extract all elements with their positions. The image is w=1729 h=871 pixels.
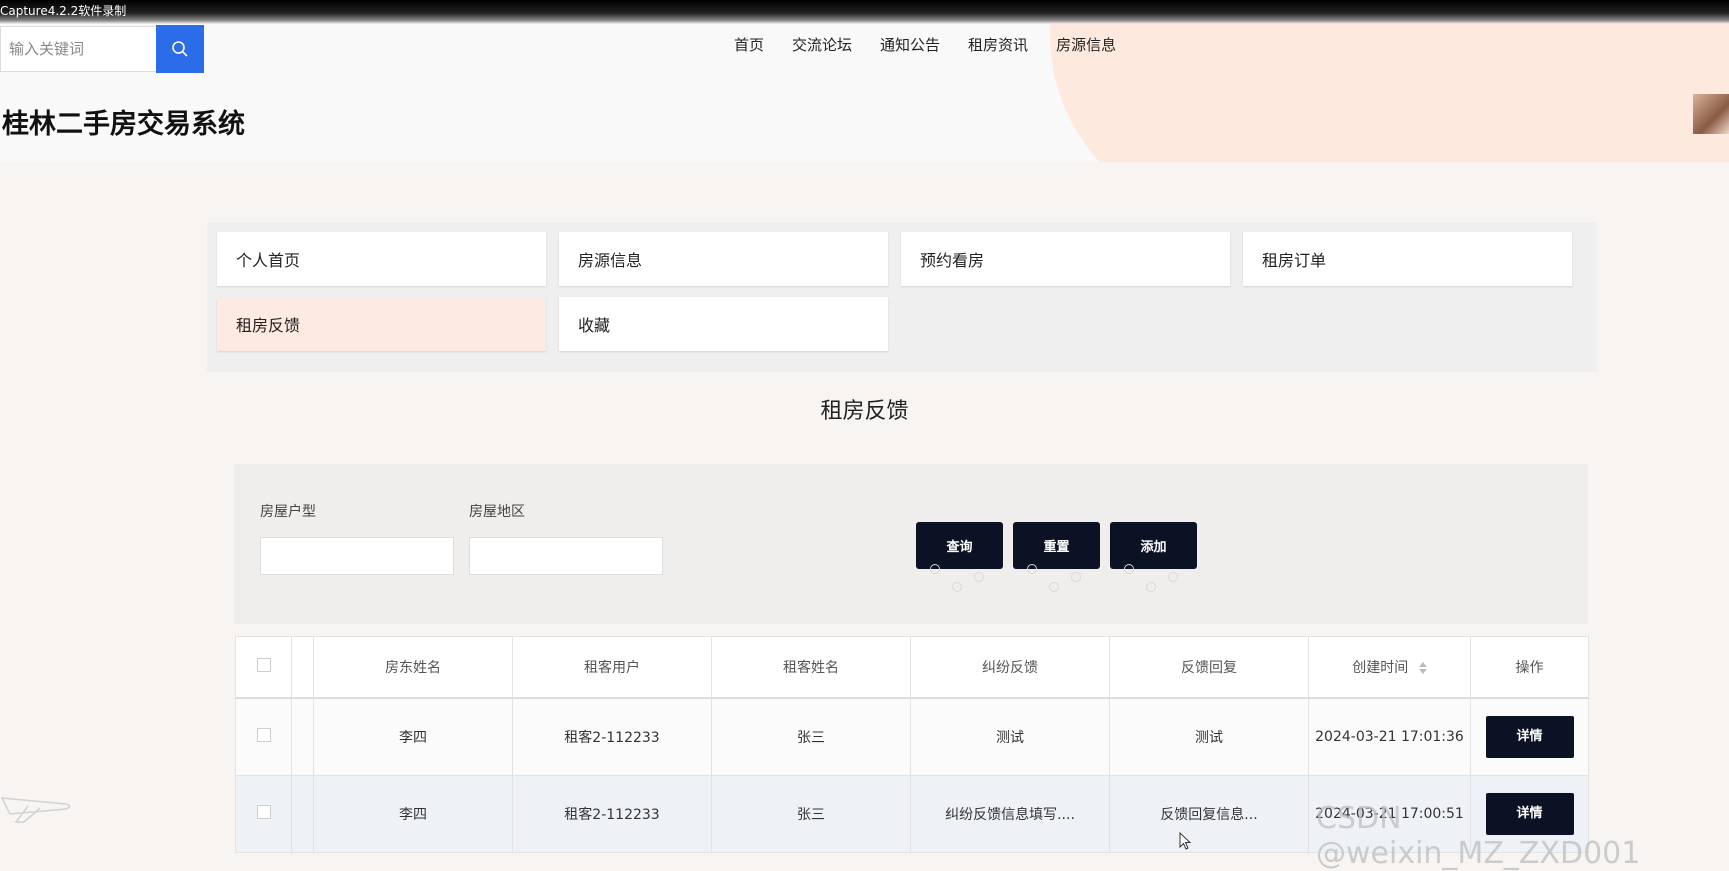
watermark: CSDN @weixin_MZ_ZXD001 bbox=[1316, 801, 1641, 871]
header-decoration bbox=[1050, 24, 1729, 162]
button-ripple bbox=[1124, 564, 1184, 604]
created-time-label: 创建时间 bbox=[1352, 660, 1409, 676]
col-actions: 操作 bbox=[1470, 636, 1589, 699]
page-title: 租房反馈 bbox=[820, 399, 909, 424]
cell-tenant-user: 租客2-112233 bbox=[512, 775, 712, 853]
airplane-icon bbox=[0, 797, 71, 823]
button-ripple bbox=[930, 564, 990, 604]
row-checkbox[interactable] bbox=[256, 805, 271, 819]
reset-button[interactable]: 重置 bbox=[1013, 522, 1100, 569]
menu-item-listings[interactable]: 房源信息 bbox=[559, 232, 888, 286]
house-type-input[interactable] bbox=[260, 537, 454, 575]
menu-item-viewing[interactable]: 预约看房 bbox=[901, 232, 1230, 286]
house-type-label: 房屋户型 bbox=[260, 504, 316, 520]
select-all-checkbox[interactable] bbox=[256, 658, 271, 672]
cell-landlord-name: 李四 bbox=[313, 775, 513, 853]
nav-forum[interactable]: 交流论坛 bbox=[792, 34, 867, 55]
recorder-bar: Capture4.2.2软件录制 bbox=[0, 0, 1729, 24]
cell-created-time: 2024-03-21 17:01:36 bbox=[1308, 697, 1471, 776]
cell-actions: 详情 bbox=[1470, 697, 1589, 776]
filter-panel: 房屋户型 房屋地区 查询 重置 添加 bbox=[234, 464, 1588, 624]
search-icon bbox=[172, 41, 188, 57]
row-select-cell bbox=[235, 775, 292, 853]
cell-dispute: 纠纷反馈信息填写.... bbox=[910, 775, 1110, 853]
button-ripple bbox=[1027, 564, 1087, 604]
search-bar bbox=[0, 25, 204, 73]
nav-notice[interactable]: 通知公告 bbox=[880, 34, 955, 55]
cell-tenant-name: 张三 bbox=[711, 775, 911, 853]
mouse-cursor-icon bbox=[1179, 832, 1192, 850]
sort-icon[interactable] bbox=[1418, 662, 1427, 674]
nav-rental-news[interactable]: 租房资讯 bbox=[968, 34, 1043, 55]
table-header-row: 房东姓名 租客用户 租客姓名 纠纷反馈 反馈回复 创建时间 操作 bbox=[235, 636, 1589, 699]
col-dispute: 纠纷反馈 bbox=[910, 636, 1110, 699]
col-tenant-user: 租客用户 bbox=[512, 636, 712, 699]
col-landlord-name: 房东姓名 bbox=[313, 636, 513, 699]
menu-item-favorites[interactable]: 收藏 bbox=[559, 297, 888, 351]
add-button[interactable]: 添加 bbox=[1110, 522, 1197, 569]
menu-item-feedback[interactable]: 租房反馈 bbox=[217, 297, 546, 351]
nav-listings[interactable]: 房源信息 bbox=[1056, 34, 1131, 55]
recorder-caption: Capture4.2.2软件录制 bbox=[0, 4, 127, 18]
cell-tenant-user: 租客2-112233 bbox=[512, 697, 712, 776]
table-row: 李四 租客2-112233 张三 测试 测试 2024-03-21 17:01:… bbox=[235, 697, 1589, 776]
cell-landlord-name: 李四 bbox=[313, 697, 513, 776]
cell-reply: 反馈回复信息... bbox=[1109, 775, 1309, 853]
nav-home[interactable]: 首页 bbox=[734, 34, 779, 55]
spacer-cell bbox=[291, 697, 314, 776]
menu-item-profile[interactable]: 个人首页 bbox=[217, 232, 546, 286]
main-nav: 首页 交流论坛 通知公告 租房资讯 房源信息 bbox=[734, 34, 1144, 55]
detail-button[interactable]: 详情 bbox=[1485, 716, 1574, 758]
select-all-cell bbox=[235, 636, 292, 699]
spacer-cell bbox=[291, 775, 314, 853]
avatar[interactable] bbox=[1693, 94, 1729, 134]
menu-item-orders[interactable]: 租房订单 bbox=[1243, 232, 1572, 286]
search-input[interactable] bbox=[0, 26, 156, 72]
row-checkbox[interactable] bbox=[256, 728, 271, 742]
col-tenant-name: 租客姓名 bbox=[711, 636, 911, 699]
search-button[interactable] bbox=[156, 25, 204, 73]
query-button[interactable]: 查询 bbox=[916, 522, 1003, 569]
col-created-time[interactable]: 创建时间 bbox=[1308, 636, 1471, 699]
spacer-cell bbox=[291, 636, 314, 699]
cell-reply: 测试 bbox=[1109, 697, 1309, 776]
cell-tenant-name: 张三 bbox=[711, 697, 911, 776]
col-reply: 反馈回复 bbox=[1109, 636, 1309, 699]
user-menu: 个人首页 房源信息 预约看房 租房订单 租房反馈 收藏 bbox=[207, 222, 1597, 372]
house-area-label: 房屋地区 bbox=[469, 504, 525, 520]
site-header: 首页 交流论坛 通知公告 租房资讯 房源信息 桂林二手房交易系统 bbox=[0, 24, 1729, 162]
row-select-cell bbox=[235, 697, 292, 776]
cell-dispute: 测试 bbox=[910, 697, 1110, 776]
house-area-input[interactable] bbox=[469, 537, 663, 575]
site-title: 桂林二手房交易系统 bbox=[2, 109, 245, 140]
